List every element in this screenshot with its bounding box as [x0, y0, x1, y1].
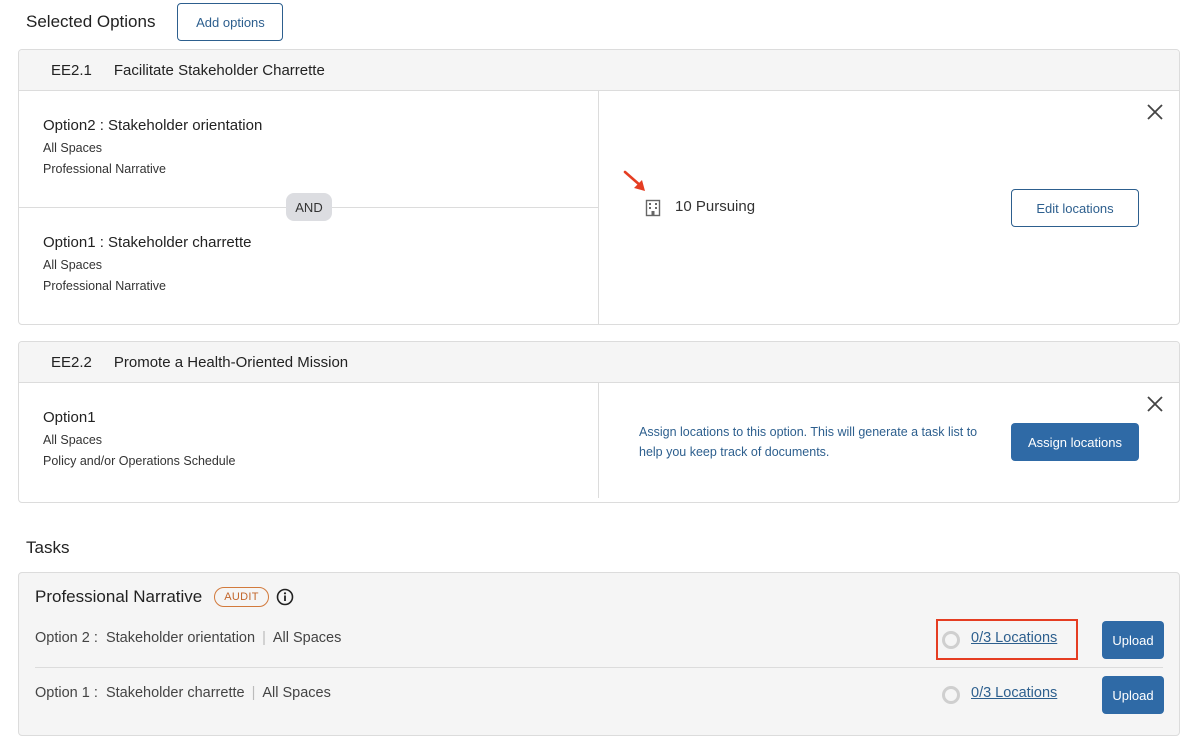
task-group-professional-narrative: Professional Narrative AUDIT Option 2 : … — [18, 572, 1180, 736]
annotation-arrow-icon — [623, 170, 645, 191]
credit-title: Facilitate Stakeholder Charrette — [113, 61, 325, 79]
option-card-ee2-1: EE2.1 Facilitate Stakeholder Charrette O… — [18, 49, 1180, 325]
task-row-label: Option 2 : Stakeholder orientation | All S… — [35, 630, 342, 646]
section-title: Selected Options — [26, 12, 156, 31]
task-option: Option 2 : — [35, 630, 98, 646]
selected-options-header: Selected Options Add options — [26, 3, 284, 41]
option-document: Professional Narrative — [43, 279, 166, 293]
option-title: Option1 : Stakeholder charrette — [43, 234, 252, 251]
upload-button[interactable]: Upload — [1102, 676, 1164, 714]
option-item: Option1 All Spaces Policy and/or Operati… — [19, 409, 235, 468]
option-document: Professional Narrative — [43, 162, 166, 176]
tasks-title: Tasks — [26, 538, 70, 557]
option-card-ee2-2: EE2.2 Promote a Health-Oriented Mission … — [18, 341, 1180, 503]
task-scope: All Spaces — [272, 630, 342, 646]
locations-column: Assign locations to this option. This wi… — [599, 383, 1179, 498]
locations-link[interactable]: 0/3 Locations — [971, 685, 1057, 701]
options-column: Option1 All Spaces Policy and/or Operati… — [19, 383, 599, 498]
task-row-label: Option 1 : Stakeholder charrette | All Spa… — [35, 685, 331, 701]
task-group-header: Professional Narrative AUDIT — [35, 587, 294, 607]
option-scope: All Spaces — [43, 141, 103, 155]
task-group-name: Professional Narrative — [35, 587, 203, 606]
upload-button[interactable]: Upload — [1102, 621, 1164, 659]
info-icon[interactable] — [276, 588, 294, 606]
card-header: EE2.1 Facilitate Stakeholder Charrette — [19, 50, 1179, 91]
assign-locations-button[interactable]: Assign locations — [1011, 423, 1139, 461]
options-column: Option2 : Stakeholder orientation All Sp… — [19, 91, 599, 324]
task-option: Option 1 : — [35, 685, 98, 701]
credit-code: EE2.1 — [51, 61, 92, 79]
task-name: Stakeholder charrette — [105, 685, 245, 701]
pursuing-status: 10 Pursuing — [675, 198, 756, 215]
close-icon[interactable] — [1147, 396, 1163, 412]
option-scope: All Spaces — [43, 258, 103, 272]
option-document: Policy and/or Operations Schedule — [43, 454, 236, 468]
task-name: Stakeholder orientation — [105, 630, 256, 646]
option-title: Option1 — [43, 409, 96, 426]
option-item: Option1 : Stakeholder charrette All Spac… — [19, 234, 251, 293]
locations-column: 10 Pursuing Edit locations — [599, 91, 1179, 324]
add-options-button[interactable]: Add options — [177, 3, 284, 41]
card-header: EE2.2 Promote a Health-Oriented Mission — [19, 342, 1179, 383]
assign-info-text: Assign locations to this option. This wi… — [639, 425, 978, 459]
option-scope: All Spaces — [43, 433, 103, 447]
task-scope: All Spaces — [262, 685, 331, 701]
status-circle-icon — [942, 686, 960, 704]
credit-code: EE2.2 — [51, 353, 92, 371]
option-title: Option2 : Stakeholder orientation — [43, 117, 263, 134]
audit-badge: AUDIT — [214, 587, 269, 607]
edit-locations-button[interactable]: Edit locations — [1011, 189, 1139, 227]
credit-title: Promote a Health-Oriented Mission — [113, 353, 349, 371]
locations-link[interactable]: 0/3 Locations — [971, 630, 1057, 646]
status-circle-icon — [942, 631, 960, 649]
close-icon[interactable] — [1147, 104, 1163, 120]
and-connector: AND — [286, 193, 332, 221]
building-icon — [645, 199, 661, 217]
row-divider — [35, 667, 1163, 668]
option-item: Option2 : Stakeholder orientation All Sp… — [19, 117, 262, 176]
